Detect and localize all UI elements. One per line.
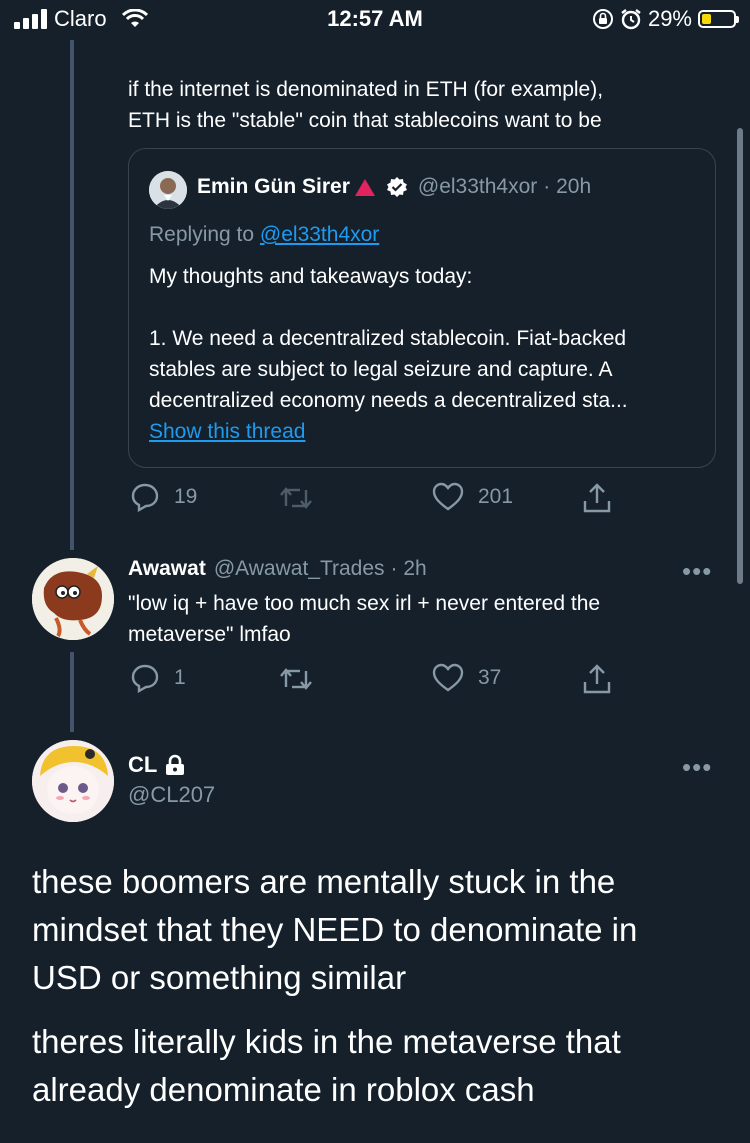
tweet-text-line: already denominate in roblox cash: [32, 1071, 535, 1108]
battery-icon: [698, 10, 739, 28]
retweet-button[interactable]: [278, 665, 314, 693]
author-name[interactable]: Emin Gün Sirer: [197, 175, 350, 199]
tweet-text: if the internet is denominated in ETH (f…: [128, 74, 728, 136]
status-bar: Claro 12:57 AM 29%: [0, 0, 750, 40]
avatar-awawat[interactable]: [32, 558, 114, 640]
tweet-text-line: USD or something similar: [32, 959, 407, 996]
replying-prefix: Replying to: [149, 223, 260, 246]
orientation-lock-icon: [592, 9, 613, 29]
tweet-header: CL: [128, 752, 185, 778]
tweet-time: · 20h: [543, 175, 592, 198]
share-button[interactable]: [582, 482, 612, 514]
author-handle[interactable]: @CL207: [128, 782, 215, 808]
like-icon: [432, 482, 464, 511]
quoted-header: Emin Gün Sirer @el33th4xor · 20h: [197, 175, 591, 199]
retweet-icon: [280, 668, 312, 690]
tweet-text-line: "low iq + have too much sex irl + never …: [128, 592, 601, 615]
tweet-text-line: metaverse" lmfao: [128, 623, 291, 646]
like-count: 201: [478, 485, 514, 508]
red-triangle-icon: [354, 179, 375, 196]
show-thread-link[interactable]: Show this thread: [149, 416, 628, 447]
author-handle[interactable]: @Awawat_Trades: [214, 557, 385, 581]
avatar-image: [32, 558, 114, 640]
battery-percent: 29%: [647, 6, 692, 31]
tweet-time: · 2h: [390, 557, 427, 580]
reply-icon: [131, 664, 159, 693]
quoted-text-line: My thoughts and takeaways today:: [149, 265, 473, 288]
quoted-tweet[interactable]: Emin Gün Sirer @el33th4xor · 20h Replyin…: [128, 148, 716, 468]
more-icon[interactable]: •••: [682, 752, 712, 783]
like-button[interactable]: 37: [432, 663, 501, 693]
quoted-text-line: stables are subject to legal seizure and…: [149, 358, 613, 381]
author-name[interactable]: CL: [128, 752, 157, 778]
quoted-text-line: 1. We need a decentralized stablecoin. F…: [149, 327, 627, 350]
tweet-text: these boomers are mentally stuck in the …: [32, 858, 722, 1114]
tweet-text-line: mindset that they NEED to denominate in: [32, 911, 638, 948]
quoted-text: My thoughts and takeaways today: 1. We n…: [149, 261, 628, 447]
share-icon: [583, 483, 611, 513]
reply-icon: [131, 483, 159, 512]
like-icon: [432, 663, 464, 692]
tweet-text-line: these boomers are mentally stuck in the: [32, 863, 616, 900]
like-count: 37: [478, 666, 502, 689]
alarm-icon: [621, 9, 641, 30]
reply-count: 1: [174, 666, 186, 689]
retweet-button[interactable]: [278, 484, 314, 512]
reply-count: 19: [174, 485, 198, 508]
thread-line: [70, 40, 74, 550]
avatar-image: [32, 740, 114, 822]
share-icon: [583, 664, 611, 694]
reply-button[interactable]: 19: [130, 482, 197, 512]
tweet-text-line: ETH is the "stable" coin that stablecoin…: [128, 109, 602, 132]
status-right: 29%: [592, 6, 739, 32]
thread-line: [70, 652, 74, 732]
quoted-text-line: decentralized economy needs a decentrali…: [149, 389, 628, 412]
replying-to: Replying to @el33th4xor: [149, 219, 379, 250]
author-handle[interactable]: @el33th4xor: [418, 175, 537, 199]
tweet-text: "low iq + have too much sex irl + never …: [128, 588, 600, 650]
more-icon[interactable]: •••: [682, 556, 712, 587]
battery-level: [702, 14, 711, 24]
verified-badge-icon: [386, 177, 407, 197]
tweet-text-line: if the internet is denominated in ETH (f…: [128, 78, 604, 101]
avatar-cl[interactable]: [32, 740, 114, 822]
reply-button[interactable]: 1: [130, 663, 186, 693]
replying-handle-link[interactable]: @el33th4xor: [260, 223, 379, 246]
author-name[interactable]: Awawat: [128, 557, 206, 581]
share-button[interactable]: [582, 663, 612, 695]
tweet-text-line: theres literally kids in the metaverse t…: [32, 1023, 621, 1060]
person-icon: [149, 171, 187, 209]
avatar-emin: [149, 171, 187, 209]
tweet-header: Awawat @Awawat_Trades · 2h: [128, 557, 427, 581]
retweet-icon: [280, 487, 312, 509]
lock-icon: [166, 754, 185, 775]
like-button[interactable]: 201: [432, 482, 513, 512]
scrollbar[interactable]: [737, 128, 743, 584]
